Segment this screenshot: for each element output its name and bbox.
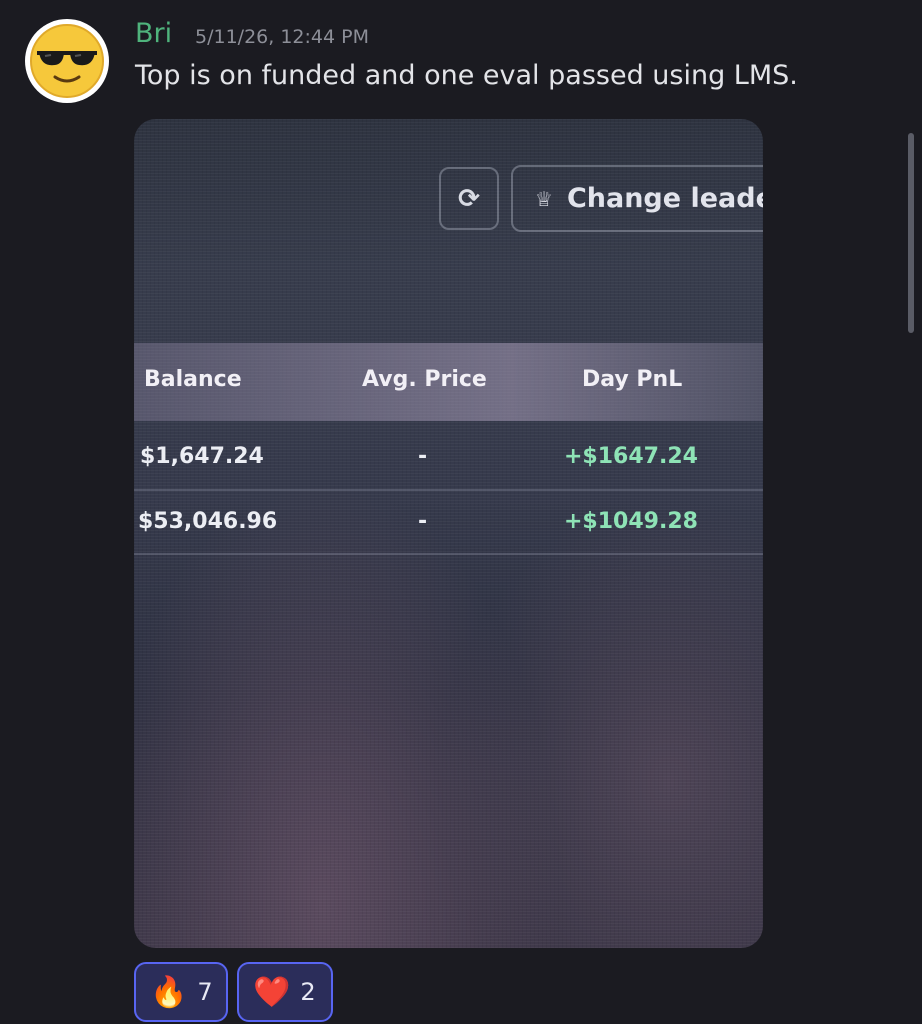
photo-column-balance: Balance [144,367,242,392]
photo-refresh-button: ⟳ [439,167,499,230]
message-timestamp: 5/11/26, 12:44 PM [195,26,369,48]
vertical-scrollbar[interactable] [908,133,914,333]
photo-row-2-avg-price: - [418,509,428,534]
photo-row-divider [134,489,763,491]
photo-row-divider [134,553,763,555]
photo-row-1-avg-price: - [418,444,428,469]
photo-column-day-pnl: Day PnL [582,367,683,392]
discord-message-view: Bri 5/11/26, 12:44 PM Top is on funded a… [0,0,922,1024]
photo-row-2-day-pnl: +$1049.28 [564,509,698,534]
photo-row-1-balance: $1,647.24 [140,444,264,469]
photo-row-2-balance: $53,046.96 [138,509,278,534]
photo-column-avg-price: Avg. Price [362,367,487,392]
reaction-heart[interactable]: ❤️ 2 [237,962,333,1022]
crown-icon: ♕ [535,186,553,211]
refresh-icon: ⟳ [458,183,480,214]
photo-change-leader-label: Change leade [566,183,763,214]
message-author[interactable]: Bri [135,18,172,49]
message-content: Top is on funded and one eval passed usi… [135,60,798,91]
fire-emoji-icon: 🔥 [150,974,188,1010]
image-attachment[interactable]: ⟳ ♕ Change leade Balance Avg. Price Day … [134,119,763,948]
reaction-count: 2 [300,978,316,1006]
photo-row-1-day-pnl: +$1647.24 [564,444,698,469]
reaction-fire[interactable]: 🔥 7 [134,962,228,1022]
sunglasses-emoji-icon [30,24,104,98]
photo-change-leader-button: ♕ Change leade [511,165,763,232]
heart-emoji-icon: ❤️ [253,974,291,1010]
reaction-count: 7 [197,978,213,1006]
user-avatar[interactable] [25,19,109,103]
